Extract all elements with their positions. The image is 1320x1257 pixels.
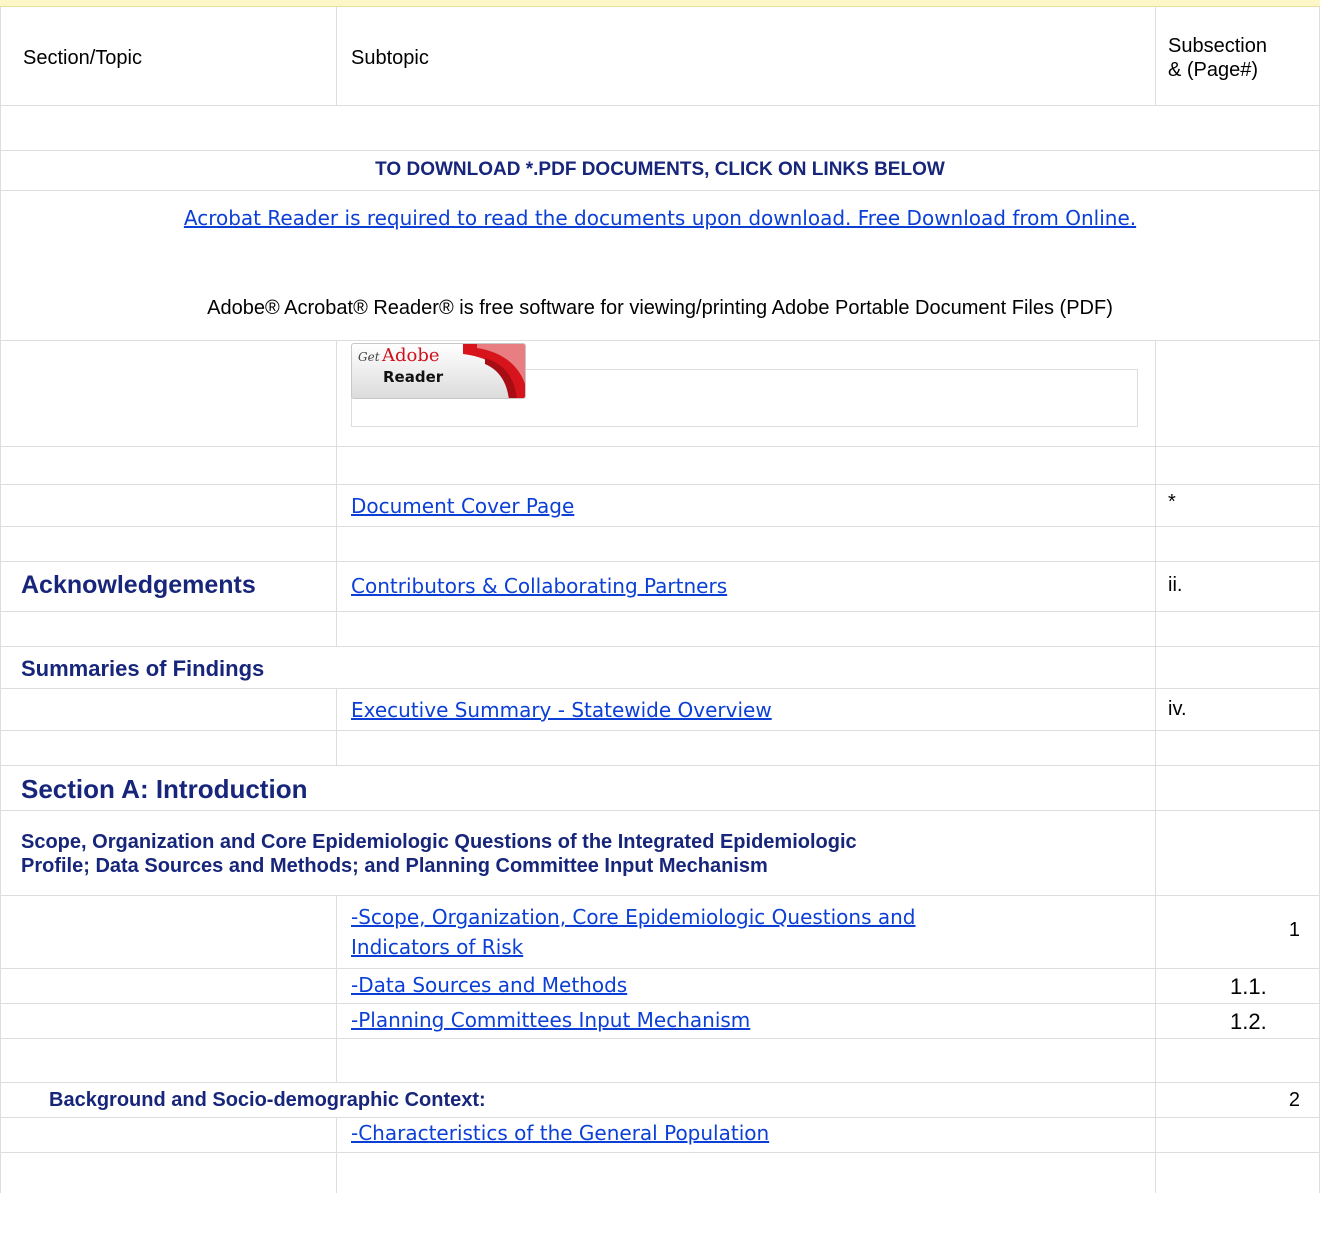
top-banner — [0, 0, 1320, 7]
table-row: -Planning Committees Input Mechanism 1.2… — [0, 1004, 1320, 1039]
spacer-row — [0, 527, 1320, 562]
section-a-introduction: Section A: Introduction — [21, 774, 308, 804]
scope-link-line2[interactable]: Indicators of Risk — [351, 932, 523, 962]
page-number: 1 — [1288, 919, 1300, 941]
page-number: * — [1168, 491, 1176, 513]
table-row: Scope, Organization and Core Epidemiolog… — [0, 811, 1320, 896]
adobe-swoosh-icon — [463, 344, 525, 398]
scope-heading-line2: Profile; Data Sources and Methods; and P… — [21, 855, 768, 877]
spacer-row — [0, 1153, 1320, 1193]
header-section-topic: Section/Topic — [23, 47, 142, 69]
data-sources-link[interactable]: -Data Sources and Methods — [351, 973, 627, 997]
header-subsection-line1: Subsection — [1168, 35, 1267, 57]
badge-get-text: Get — [358, 350, 380, 364]
executive-summary-link[interactable]: Executive Summary - Statewide Overview — [351, 698, 772, 722]
planning-committees-link[interactable]: -Planning Committees Input Mechanism — [351, 1008, 750, 1032]
scope-heading-line1: Scope, Organization and Core Epidemiolog… — [21, 831, 857, 853]
acrobat-info-row: Acrobat Reader is required to read the d… — [0, 191, 1320, 341]
table-row: Summaries of Findings — [0, 647, 1320, 689]
table-header-row: Section/Topic Subtopic Subsection & (Pag… — [0, 7, 1320, 106]
document-cover-page-link[interactable]: Document Cover Page — [351, 494, 574, 518]
characteristics-link[interactable]: -Characteristics of the General Populati… — [351, 1121, 769, 1145]
spacer-row — [0, 106, 1320, 151]
badge-adobe-text: Adobe — [382, 345, 440, 366]
table-row: -Characteristics of the General Populati… — [0, 1118, 1320, 1153]
section-summaries: Summaries of Findings — [21, 656, 265, 681]
page-number: 1.1. — [1230, 974, 1267, 999]
contents-table: Section/Topic Subtopic Subsection & (Pag… — [0, 7, 1320, 1193]
table-row: -Data Sources and Methods 1.1. — [0, 969, 1320, 1004]
contributors-link[interactable]: Contributors & Collaborating Partners — [351, 574, 727, 598]
page-number: 2 — [1288, 1089, 1300, 1111]
download-heading-row: TO DOWNLOAD *.PDF DOCUMENTS, CLICK ON LI… — [0, 151, 1320, 191]
download-heading: TO DOWNLOAD *.PDF DOCUMENTS, CLICK ON LI… — [375, 159, 945, 180]
header-subtopic: Subtopic — [351, 47, 429, 69]
table-row: Document Cover Page * — [0, 485, 1320, 527]
acrobat-reader-link[interactable]: Acrobat Reader is required to read the d… — [1, 206, 1319, 230]
spacer-row — [0, 1039, 1320, 1083]
section-acknowledgements: Acknowledgements — [21, 571, 256, 599]
table-row: -Scope, Organization, Core Epidemiologic… — [0, 896, 1320, 969]
spacer-row — [0, 447, 1320, 485]
adobe-reader-note: Adobe® Acrobat® Reader® is free software… — [207, 297, 1113, 319]
badge-reader-text: Reader — [383, 368, 444, 386]
table-row: Background and Socio-demographic Context… — [0, 1083, 1320, 1118]
table-row: Acknowledgements Contributors & Collabor… — [0, 562, 1320, 612]
page-number: iv. — [1168, 698, 1187, 720]
page-number: 1.2. — [1230, 1009, 1267, 1034]
page-number: ii. — [1168, 574, 1183, 596]
get-adobe-reader-button[interactable]: Get Adobe Reader — [351, 343, 526, 399]
section-background: Background and Socio-demographic Context… — [49, 1089, 486, 1111]
table-row: Executive Summary - Statewide Overview i… — [0, 689, 1320, 731]
spacer-row — [0, 612, 1320, 647]
table-row: Section A: Introduction — [0, 766, 1320, 811]
scope-link-line1[interactable]: -Scope, Organization, Core Epidemiologic… — [351, 902, 916, 932]
header-subsection-line2: & (Page#) — [1168, 59, 1259, 81]
spacer-row — [0, 731, 1320, 766]
adobe-badge-row: Get Adobe Reader — [0, 341, 1320, 447]
